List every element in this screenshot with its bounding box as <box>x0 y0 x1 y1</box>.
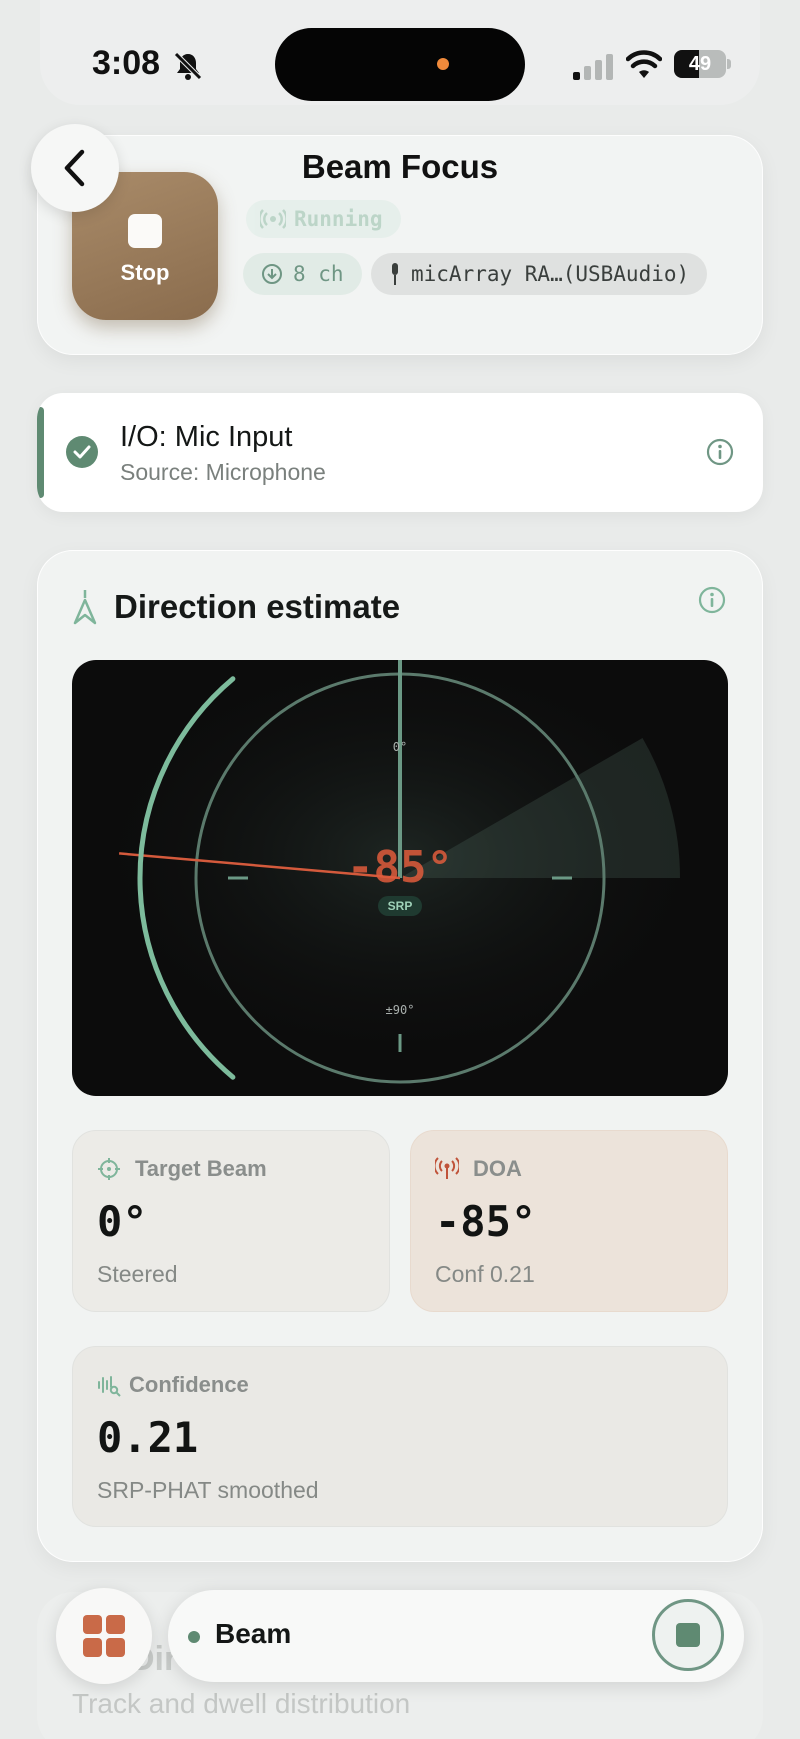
io-mic-input-card[interactable]: I/O: Mic Input Source: Microphone <box>37 393 763 512</box>
direction-radar: 0° -85° SRP ±90° <box>72 660 728 1096</box>
chevron-left-icon <box>64 149 85 187</box>
io-accent-bar <box>37 407 44 498</box>
doa-readout: -85° <box>347 842 453 893</box>
antenna-icon <box>435 1157 459 1179</box>
bell-muted-icon <box>174 52 202 80</box>
battery-icon: 49 <box>674 50 731 78</box>
confidence-value: 0.21 <box>97 1413 199 1462</box>
doa-label: DOA <box>473 1156 522 1181</box>
dynamic-island <box>275 28 525 101</box>
confidence-sub: SRP-PHAT smoothed <box>97 1477 319 1503</box>
beam-label: Beam <box>215 1618 292 1649</box>
apps-grid-button[interactable] <box>56 1588 152 1684</box>
direction-title: Direction estimate <box>114 588 401 625</box>
channel-count-chip: 8 ch <box>243 253 362 295</box>
running-status-chip: Running <box>246 200 401 238</box>
wifi-icon <box>626 50 662 78</box>
doa-tile: DOA -85° Conf 0.21 <box>410 1130 728 1312</box>
privacy-indicator-dot <box>437 58 449 70</box>
status-time: 3:08 <box>92 44 161 82</box>
microphone-icon <box>392 263 398 285</box>
target-beam-label: Target Beam <box>135 1156 267 1181</box>
back-button[interactable] <box>31 124 119 212</box>
io-title: I/O: Mic Input <box>120 421 293 453</box>
doa-value: -85° <box>435 1197 537 1246</box>
broadcast-icon <box>260 209 286 229</box>
target-beam-sub: Steered <box>97 1261 178 1287</box>
active-dot <box>188 1631 200 1643</box>
cellular-signal-icon <box>573 54 613 80</box>
download-circle-icon <box>262 264 282 284</box>
channel-count-label: 8 ch <box>293 262 344 286</box>
input-device-label: micArray RA…(USBAudio) <box>411 262 690 286</box>
status-bar: 3:08 49 <box>0 0 800 130</box>
compass-needle-icon <box>73 590 97 625</box>
angle-label-ninety: ±90° <box>385 1003 415 1017</box>
check-circle-icon <box>66 436 98 468</box>
io-source: Source: Microphone <box>120 459 326 485</box>
beam-stop-button[interactable] <box>652 1599 724 1671</box>
running-status-label: Running <box>294 207 383 231</box>
confidence-label: Confidence <box>129 1372 249 1397</box>
waveform-magnifier-icon <box>98 1376 121 1397</box>
next-section-subtitle: Track and dwell distribution <box>72 1688 411 1719</box>
info-icon[interactable] <box>706 438 734 466</box>
crosshair-icon <box>98 1158 120 1180</box>
input-device-chip[interactable]: micArray RA…(USBAudio) <box>371 253 708 295</box>
target-beam-value: 0° <box>97 1197 148 1246</box>
confidence-tile: Confidence 0.21 SRP-PHAT smoothed <box>72 1346 728 1527</box>
battery-percent: 49 <box>688 53 712 75</box>
doa-sub: Conf 0.21 <box>435 1261 535 1287</box>
info-icon[interactable] <box>698 586 726 614</box>
angle-label-zero: 0° <box>392 740 408 754</box>
beam-now-playing-bar[interactable]: Beam <box>168 1590 744 1682</box>
target-beam-tile: Target Beam 0° Steered <box>72 1130 390 1312</box>
stop-button-label: Stop <box>120 260 170 285</box>
stop-icon <box>128 214 162 248</box>
page-title: Beam Focus <box>301 148 499 185</box>
stop-icon <box>676 1623 700 1647</box>
srp-badge: SRP <box>378 896 422 916</box>
